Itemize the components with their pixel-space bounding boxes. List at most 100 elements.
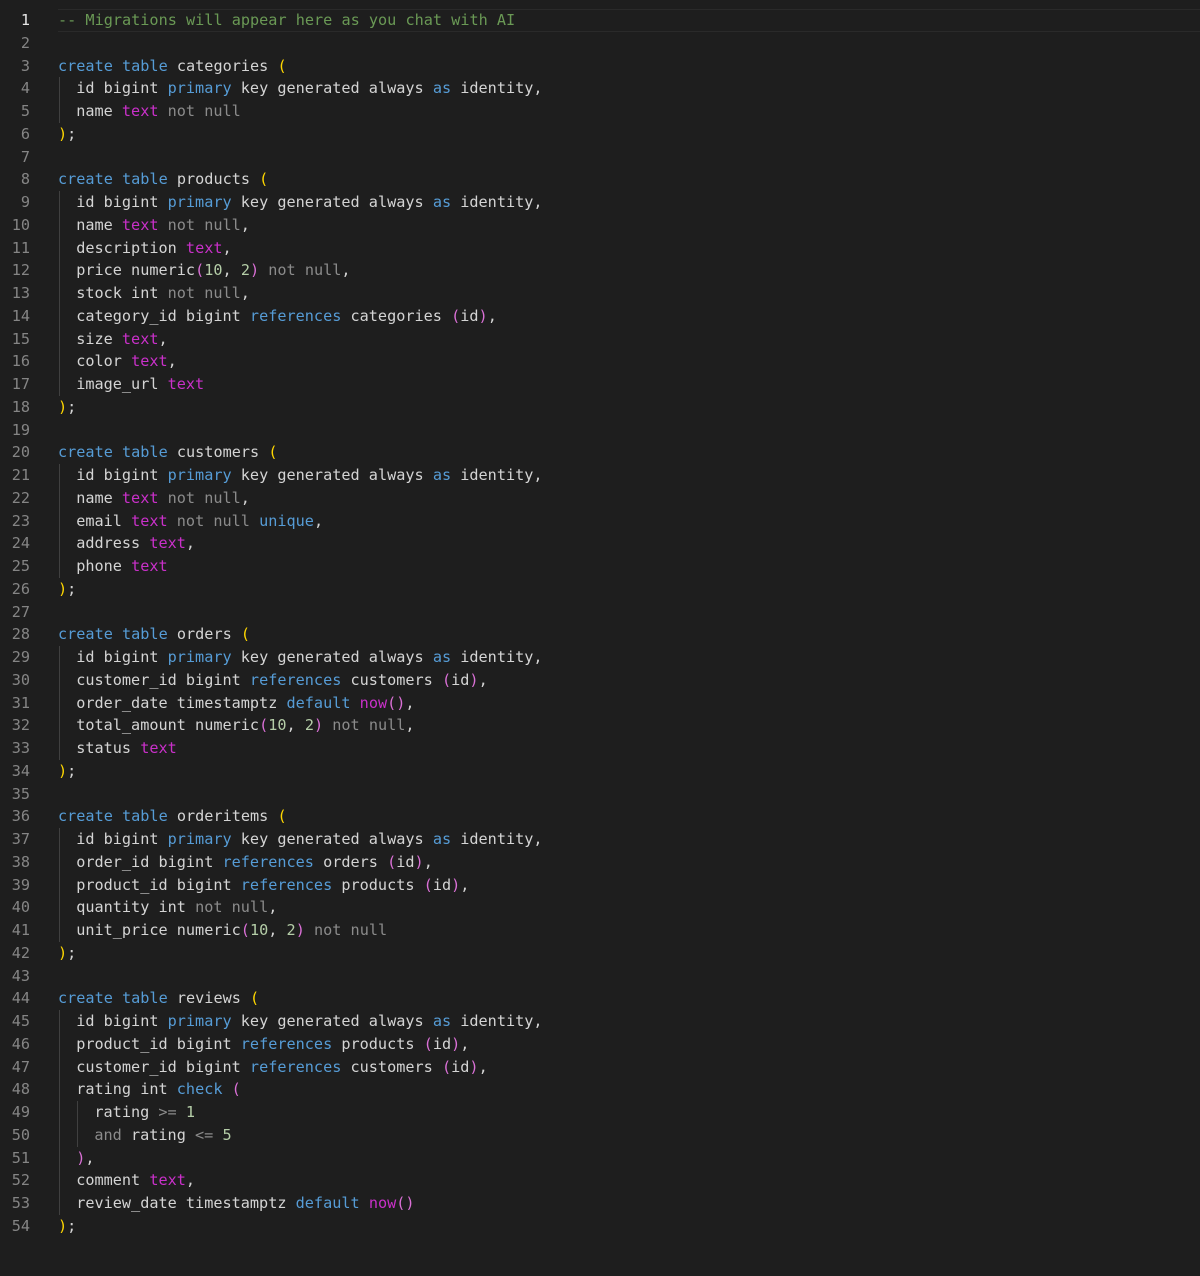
code-line[interactable]: 30 customer_id bigint references customer… <box>0 668 1200 692</box>
code-line[interactable]: 28 create table orders ( <box>0 623 1200 646</box>
code-text[interactable]: ); <box>58 396 1200 419</box>
code-text[interactable]: id bigint primary key generated always a… <box>58 646 1200 669</box>
code-line[interactable]: 6); <box>0 123 1200 146</box>
code-text[interactable]: rating >= 1 <box>58 1101 1200 1124</box>
code-text[interactable]: id bigint primary key generated always a… <box>58 464 1200 487</box>
code-text[interactable]: unit_price numeric(10, 2) not null <box>58 919 1200 942</box>
code-line[interactable]: 14 category_id bigint references categori… <box>0 304 1200 328</box>
code-line[interactable]: 50 and rating <= 5 <box>0 1123 1200 1147</box>
code-line[interactable]: 1 -- Migrations will appear here as you c… <box>0 9 1200 32</box>
code-line[interactable]: 41 unit_price numeric(10, 2) not null <box>0 919 1200 942</box>
code-line[interactable]: 9 id bigint primary key generated always … <box>0 191 1200 214</box>
code-line[interactable]: 44 create table reviews ( <box>0 987 1200 1010</box>
code-text[interactable]: customer_id bigint references customers … <box>58 668 1200 692</box>
code-text[interactable]: create table orderitems ( <box>58 805 1200 828</box>
code-text[interactable] <box>58 32 1200 55</box>
code-line[interactable]: 27 <box>0 601 1200 624</box>
code-text[interactable]: ); <box>58 760 1200 783</box>
code-line[interactable]: 51), <box>0 1146 1200 1170</box>
code-text[interactable]: status text <box>58 737 1200 760</box>
code-line[interactable]: 33 status text <box>0 737 1200 760</box>
code-line[interactable]: 17 image_url text <box>0 373 1200 396</box>
code-text[interactable]: color text, <box>58 350 1200 373</box>
code-line[interactable]: 19 <box>0 419 1200 442</box>
code-line[interactable]: 29 id bigint primary key generated always… <box>0 646 1200 669</box>
code-line[interactable]: 15 size text, <box>0 327 1200 351</box>
code-line[interactable]: 2 <box>0 32 1200 55</box>
code-text[interactable]: create table products ( <box>58 168 1200 191</box>
code-line[interactable]: 26); <box>0 578 1200 601</box>
code-text[interactable]: id bigint primary key generated always a… <box>58 191 1200 214</box>
code-text[interactable]: category_id bigint references categories… <box>58 304 1200 328</box>
code-text[interactable]: create table reviews ( <box>58 987 1200 1010</box>
code-line[interactable]: 5 name text not null <box>0 100 1200 123</box>
code-text[interactable]: rating int check ( <box>58 1078 1200 1101</box>
code-line[interactable]: 21 id bigint primary key generated always… <box>0 464 1200 487</box>
code-text[interactable]: size text, <box>58 327 1200 351</box>
code-text[interactable]: stock int not null, <box>58 282 1200 305</box>
code-text[interactable] <box>58 601 1200 624</box>
code-line[interactable]: 20 create table customers ( <box>0 441 1200 464</box>
code-text[interactable]: create table customers ( <box>58 441 1200 464</box>
code-line[interactable]: 46 product_id bigint references products … <box>0 1032 1200 1056</box>
code-line[interactable]: 35 <box>0 783 1200 806</box>
code-line[interactable]: 49 rating >= 1 <box>0 1101 1200 1124</box>
code-text[interactable]: address text, <box>58 532 1200 555</box>
code-line[interactable]: 48 rating int check ( <box>0 1078 1200 1101</box>
code-text[interactable]: -- Migrations will appear here as you ch… <box>58 9 1200 32</box>
code-line[interactable]: 23 email text not null unique, <box>0 509 1200 533</box>
code-line[interactable]: 10 name text not null, <box>0 213 1200 237</box>
code-line[interactable]: 24 address text, <box>0 532 1200 555</box>
code-text[interactable]: total_amount numeric(10, 2) not null, <box>58 714 1200 737</box>
code-text[interactable]: ); <box>58 578 1200 601</box>
code-text[interactable]: id bigint primary key generated always a… <box>58 77 1200 100</box>
code-text[interactable] <box>58 419 1200 442</box>
code-text[interactable] <box>58 783 1200 806</box>
code-line[interactable]: 40 quantity int not null, <box>0 896 1200 919</box>
code-line[interactable]: 32 total_amount numeric(10, 2) not null, <box>0 714 1200 737</box>
code-line[interactable]: 39 product_id bigint references products … <box>0 873 1200 897</box>
code-line[interactable]: 11 description text, <box>0 236 1200 260</box>
code-text[interactable]: ), <box>58 1146 1200 1170</box>
code-line[interactable]: 37 id bigint primary key generated always… <box>0 828 1200 851</box>
code-line[interactable]: 25 phone text <box>0 555 1200 578</box>
code-text[interactable]: order_date timestamptz default now(), <box>58 691 1200 715</box>
code-text[interactable]: and rating <= 5 <box>58 1123 1200 1147</box>
code-text[interactable]: id bigint primary key generated always a… <box>58 828 1200 851</box>
code-text[interactable]: ); <box>58 123 1200 146</box>
code-text[interactable]: id bigint primary key generated always a… <box>58 1010 1200 1033</box>
code-text[interactable]: product_id bigint references products (i… <box>58 873 1200 897</box>
code-text[interactable]: description text, <box>58 236 1200 260</box>
code-text[interactable]: ); <box>58 942 1200 965</box>
code-text[interactable]: create table categories ( <box>58 55 1200 78</box>
code-line[interactable]: 38 order_id bigint references orders (id)… <box>0 850 1200 874</box>
code-text[interactable]: name text not null <box>58 100 1200 123</box>
code-line[interactable]: 42); <box>0 942 1200 965</box>
code-text[interactable] <box>58 146 1200 169</box>
sql-editor[interactable]: 1 -- Migrations will appear here as you c… <box>0 0 1200 1276</box>
code-line[interactable]: 45 id bigint primary key generated always… <box>0 1010 1200 1033</box>
code-text[interactable]: comment text, <box>58 1169 1200 1192</box>
code-line[interactable]: 8 create table products ( <box>0 168 1200 191</box>
code-text[interactable]: customer_id bigint references customers … <box>58 1055 1200 1079</box>
code-text[interactable]: name text not null, <box>58 486 1200 510</box>
code-line[interactable]: 3 create table categories ( <box>0 55 1200 78</box>
code-line[interactable]: 34); <box>0 760 1200 783</box>
code-text[interactable] <box>58 965 1200 988</box>
code-text[interactable]: ); <box>58 1215 1200 1238</box>
code-lines[interactable]: 1 -- Migrations will appear here as you c… <box>0 9 1200 1238</box>
code-text[interactable]: image_url text <box>58 373 1200 396</box>
code-text[interactable]: product_id bigint references products (i… <box>58 1032 1200 1056</box>
code-line[interactable]: 12 price numeric(10, 2) not null, <box>0 259 1200 282</box>
code-text[interactable]: order_id bigint references orders (id), <box>58 850 1200 874</box>
code-text[interactable]: phone text <box>58 555 1200 578</box>
code-line[interactable]: 54); <box>0 1215 1200 1238</box>
code-text[interactable]: review_date timestamptz default now() <box>58 1192 1200 1215</box>
code-text[interactable]: name text not null, <box>58 213 1200 237</box>
code-text[interactable]: quantity int not null, <box>58 896 1200 919</box>
code-line[interactable]: 22 name text not null, <box>0 486 1200 510</box>
code-line[interactable]: 53 review_date timestamptz default now() <box>0 1192 1200 1215</box>
code-line[interactable]: 18); <box>0 396 1200 419</box>
code-line[interactable]: 16 color text, <box>0 350 1200 373</box>
code-line[interactable]: 47 customer_id bigint references customer… <box>0 1055 1200 1079</box>
